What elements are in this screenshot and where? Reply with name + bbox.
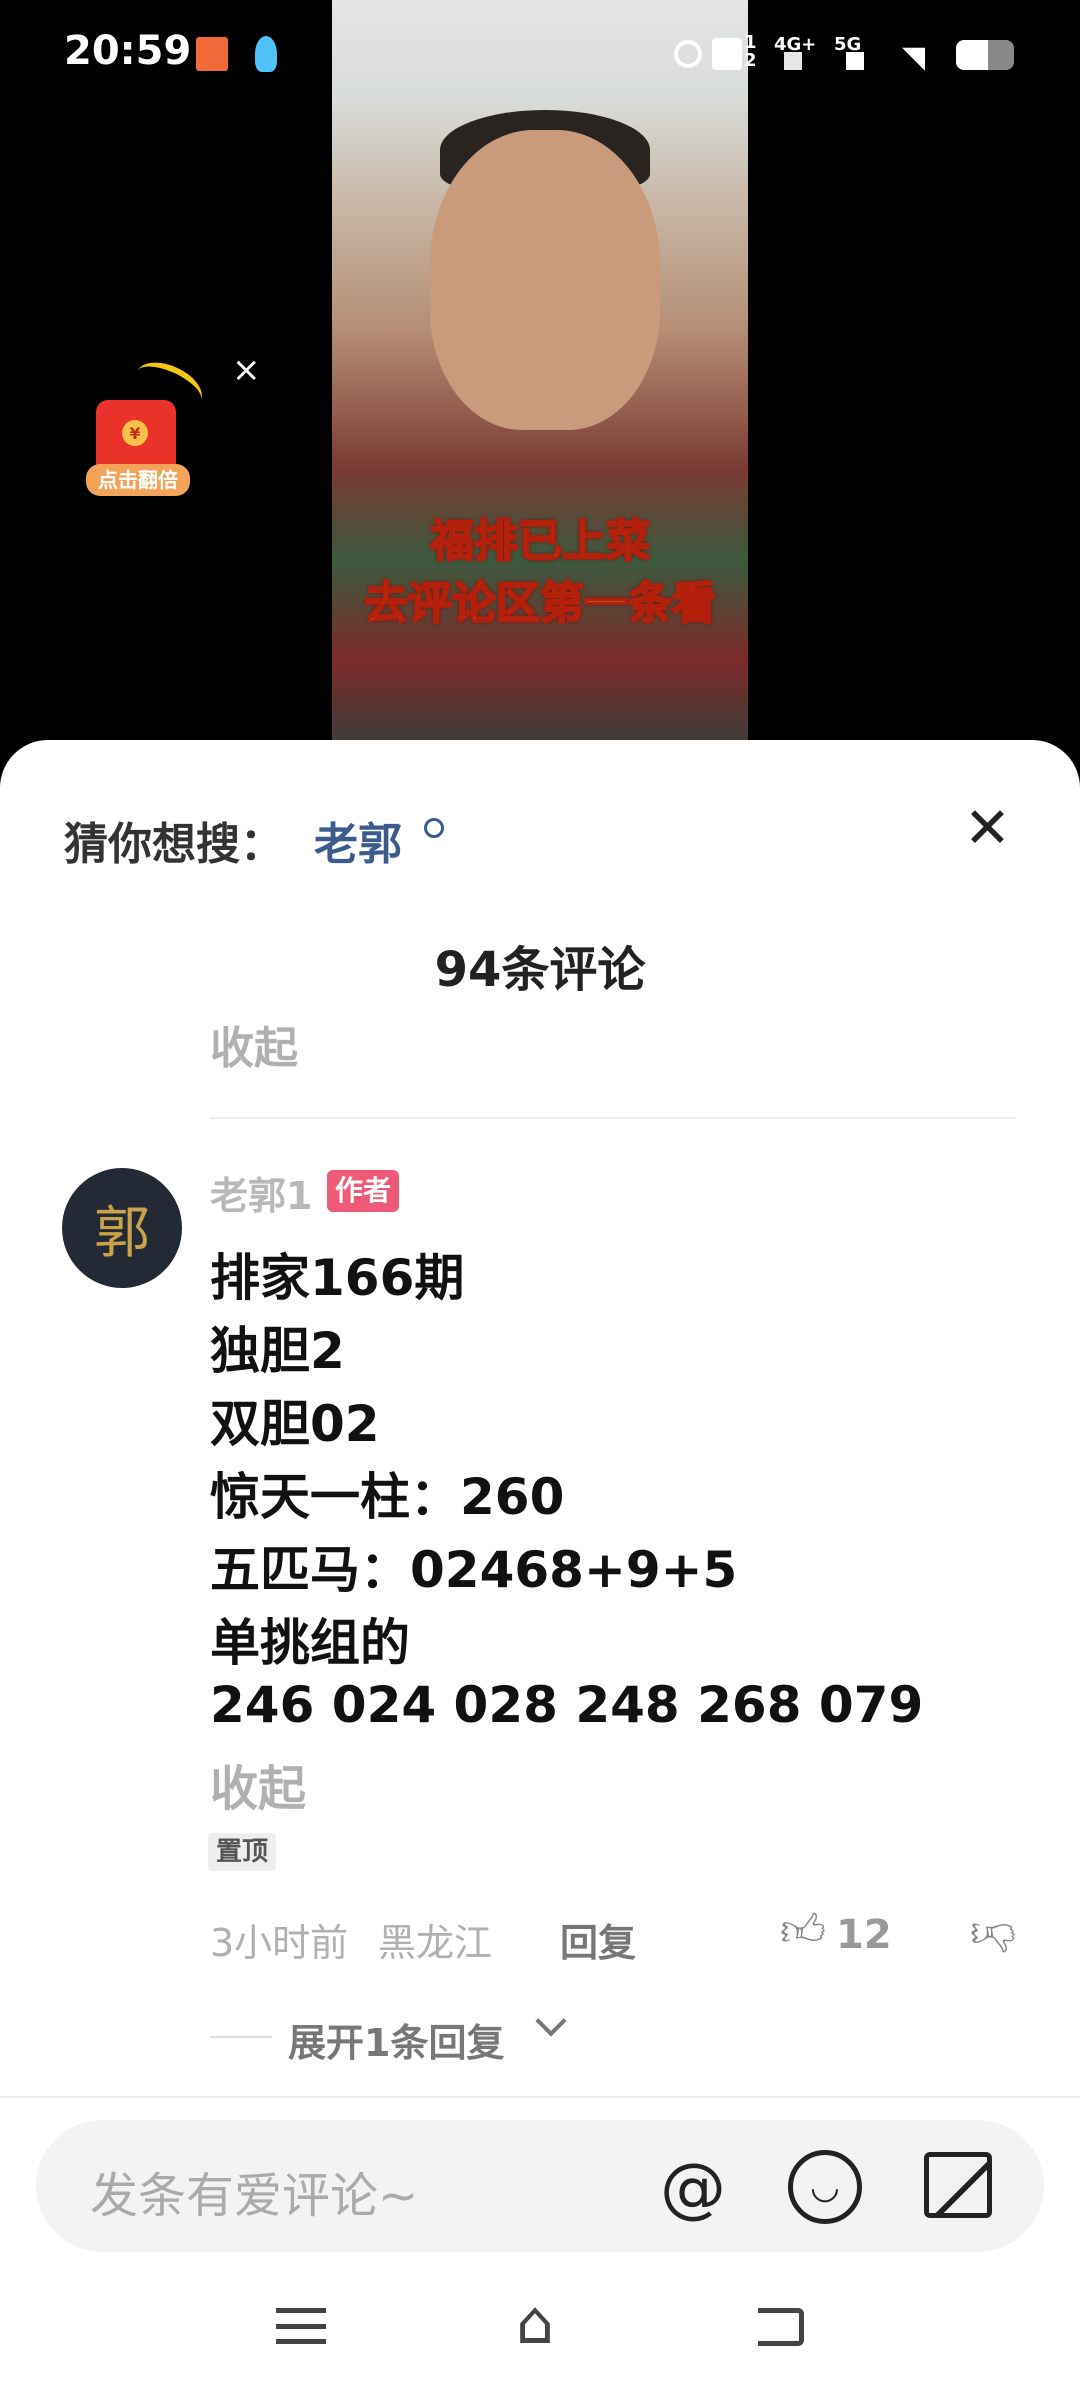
- search-suggest-keyword[interactable]: 老郭: [314, 808, 402, 872]
- comment-line: 惊天一柱：260: [210, 1468, 565, 1526]
- wifi-icon: ◥: [902, 40, 926, 75]
- search-suggest-label: 猜你想搜：: [64, 819, 284, 870]
- alarm-icon: [674, 40, 702, 68]
- author-badge: 作者: [327, 1170, 400, 1212]
- comment-location: 黑龙江: [378, 1921, 493, 1965]
- signal-icon: [780, 52, 802, 70]
- reply-button[interactable]: 回复: [560, 1912, 636, 1967]
- coin-icon: ¥: [122, 420, 148, 446]
- comment-author[interactable]: 老郭1: [210, 1165, 312, 1220]
- comment-input-placeholder: 发条有爱评论~: [90, 2168, 419, 2224]
- avatar[interactable]: 郭: [62, 1168, 182, 1288]
- image-icon[interactable]: [924, 2152, 992, 2218]
- signal-icon: [842, 52, 864, 70]
- red-envelope-widget[interactable]: ¥ 点击翻倍: [86, 353, 210, 500]
- collapse-link[interactable]: 收起: [210, 1012, 298, 1076]
- comment-input[interactable]: 发条有爱评论~ @ ◡: [36, 2120, 1044, 2252]
- comment-line: 双胆02: [210, 1395, 380, 1453]
- like-count: 12: [836, 1912, 892, 1958]
- emoji-icon[interactable]: ◡: [788, 2150, 862, 2224]
- app-notification-icon: [196, 37, 228, 71]
- video-caption: 福排已上菜: [429, 515, 651, 568]
- comment-line: 排家166期: [210, 1249, 465, 1307]
- dislike-icon[interactable]: 👍︎: [970, 1908, 1016, 1961]
- video-caption: 去评论区第一条看: [363, 577, 717, 630]
- like-icon[interactable]: 👍︎: [780, 1904, 826, 1957]
- divider: [210, 2036, 272, 2038]
- comment-line: 五匹马：02468+9+5: [210, 1541, 738, 1599]
- mention-icon[interactable]: @: [656, 2149, 730, 2226]
- close-widget-icon[interactable]: ×: [232, 350, 261, 390]
- divider: [0, 2096, 1080, 2098]
- home-icon[interactable]: ⌂: [516, 2293, 570, 2353]
- collapse-link[interactable]: 收起: [210, 1749, 306, 1819]
- comments-sheet: 猜你想搜： 老郭 ✕ 94条评论 收起 郭 老郭1 作者 排家166期 独胆2 …: [0, 740, 1080, 2400]
- comments-title: 94条评论: [434, 942, 646, 998]
- chevron-down-icon: [535, 2005, 567, 2037]
- sim2: 2: [744, 50, 757, 71]
- battery-icon: [956, 40, 1014, 70]
- sim-label: 12: [744, 34, 757, 70]
- comment-line: 独胆2: [210, 1322, 345, 1380]
- comment-time: 3小时前: [210, 1921, 349, 1965]
- divider: [210, 1117, 1016, 1119]
- status-bar: 20:59 12 4G+ 5G ◥: [0, 0, 1080, 110]
- comment-line: 单挑组的: [210, 1614, 410, 1672]
- back-icon[interactable]: [758, 2308, 804, 2346]
- red-envelope-label: 点击翻倍: [86, 464, 190, 496]
- search-icon: [424, 818, 444, 838]
- qq-icon: [255, 36, 277, 72]
- hd-icon: [712, 38, 742, 70]
- menu-icon[interactable]: [276, 2308, 326, 2344]
- video-frame: [430, 130, 660, 430]
- close-icon[interactable]: ✕: [964, 796, 1011, 861]
- clock: 20:59: [64, 28, 192, 74]
- comment-line: 246 024 028 248 268 079: [210, 1676, 924, 1734]
- expand-replies-button[interactable]: 展开1条回复: [288, 2012, 504, 2067]
- pinned-badge: 置顶: [208, 1833, 277, 1871]
